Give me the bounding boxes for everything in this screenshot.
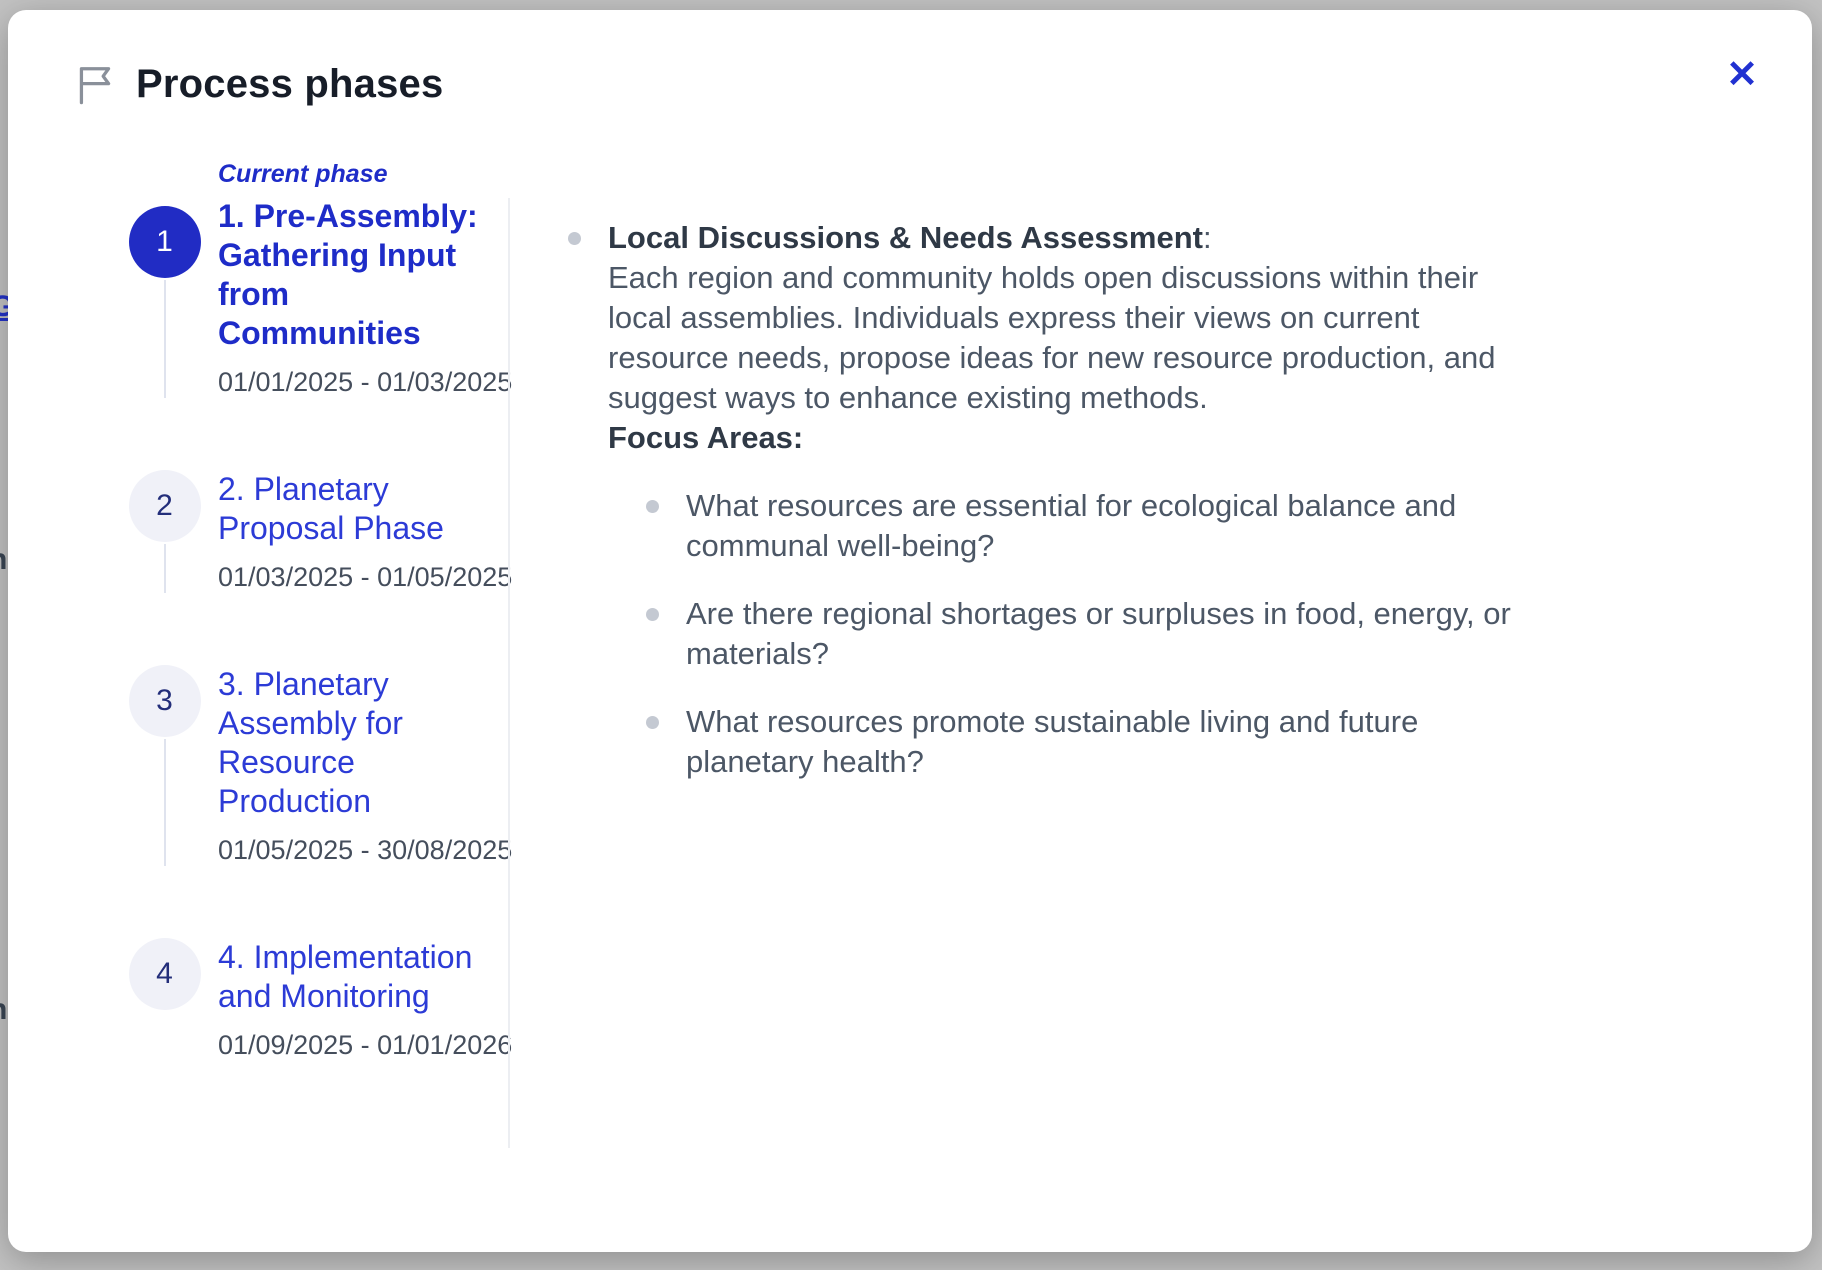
stepper-content-divider [508, 198, 510, 1148]
process-phases-modal: Process phases ✕ 1 Current phase 1. Pre-… [8, 10, 1812, 1252]
flag-icon [76, 64, 114, 106]
step-rail: 4 [128, 924, 201, 1061]
list-item: Local Discussions & Needs Assessment: Ea… [568, 218, 1528, 782]
bullet-icon [646, 608, 659, 621]
phase-stepper: 1 Current phase 1. Pre-Assembly: Gatheri… [128, 160, 503, 1061]
background-text-fragment: n [0, 993, 7, 1027]
focus-item-text: Are there regional shortages or surpluse… [686, 594, 1513, 674]
phase-step-2[interactable]: 2 2. Planetary Proposal Phase 01/03/2025… [128, 456, 503, 651]
step-connector-line [164, 544, 166, 593]
bullet-icon [646, 500, 659, 513]
step-body: 4. Implementation and Monitoring 01/09/2… [218, 924, 512, 1061]
phase-2-number-badge: 2 [129, 470, 201, 542]
step-rail: 3 [128, 651, 201, 866]
modal-header: Process phases [76, 62, 443, 107]
bullet-icon [568, 232, 581, 245]
phase-2-title[interactable]: 2. Planetary Proposal Phase [218, 470, 486, 548]
phase-1-dates: 01/01/2025 - 01/03/2025 [218, 367, 512, 398]
focus-item-text: What resources are essential for ecologi… [686, 486, 1513, 566]
focus-areas-list: What resources are essential for ecologi… [608, 486, 1513, 782]
step-connector-line [164, 280, 166, 398]
phase-step-1[interactable]: 1 Current phase 1. Pre-Assembly: Gatheri… [128, 160, 503, 456]
section-paragraph: Each region and community holds open dis… [608, 258, 1513, 418]
bullet-icon [646, 716, 659, 729]
close-icon[interactable]: ✕ [1720, 50, 1764, 100]
list-item: What resources are essential for ecologi… [646, 486, 1513, 566]
section-heading-colon: : [1203, 220, 1212, 255]
phase-2-dates: 01/03/2025 - 01/05/2025 [218, 562, 512, 593]
phase-3-title[interactable]: 3. Planetary Assembly for Resource Produ… [218, 665, 486, 821]
phase-1-title[interactable]: 1. Pre-Assembly: Gathering Input from Co… [218, 197, 486, 353]
modal-title: Process phases [136, 62, 443, 107]
current-phase-label: Current phase [218, 160, 512, 189]
section-heading: Local Discussions & Needs Assessment [608, 220, 1203, 255]
step-body: Current phase 1. Pre-Assembly: Gathering… [218, 160, 512, 398]
phase-4-dates: 01/09/2025 - 01/01/2026 [218, 1030, 512, 1061]
list-item: Are there regional shortages or surpluse… [646, 594, 1513, 674]
phase-number: 1 [156, 225, 173, 259]
phase-4-title[interactable]: 4. Implementation and Monitoring [218, 938, 486, 1016]
step-rail: 1 [128, 160, 201, 398]
phase-3-dates: 01/05/2025 - 30/08/2025 [218, 835, 512, 866]
focus-areas-label: Focus Areas: [608, 418, 1513, 458]
focus-item-text: What resources promote sustainable livin… [686, 702, 1513, 782]
phase-step-3[interactable]: 3 3. Planetary Assembly for Resource Pro… [128, 651, 503, 924]
phase-1-number-badge: 1 [129, 206, 201, 278]
phase-number: 4 [156, 957, 173, 991]
phase-4-number-badge: 4 [129, 938, 201, 1010]
phase-3-number-badge: 3 [129, 665, 201, 737]
phase-detail-pane: Local Discussions & Needs Assessment: Ea… [568, 218, 1528, 782]
page-background: G n n Process phases ✕ 1 Current phase [0, 0, 1822, 1270]
list-item-body: Local Discussions & Needs Assessment: Ea… [608, 218, 1513, 782]
background-text-fragment: n [0, 543, 7, 577]
step-body: 2. Planetary Proposal Phase 01/03/2025 -… [218, 456, 512, 593]
phase-step-4[interactable]: 4 4. Implementation and Monitoring 01/09… [128, 924, 503, 1061]
step-body: 3. Planetary Assembly for Resource Produ… [218, 651, 512, 866]
step-connector-line [164, 739, 166, 866]
list-item: What resources promote sustainable livin… [646, 702, 1513, 782]
phase-number: 2 [156, 489, 173, 523]
phase-number: 3 [156, 684, 173, 718]
step-rail: 2 [128, 456, 201, 593]
